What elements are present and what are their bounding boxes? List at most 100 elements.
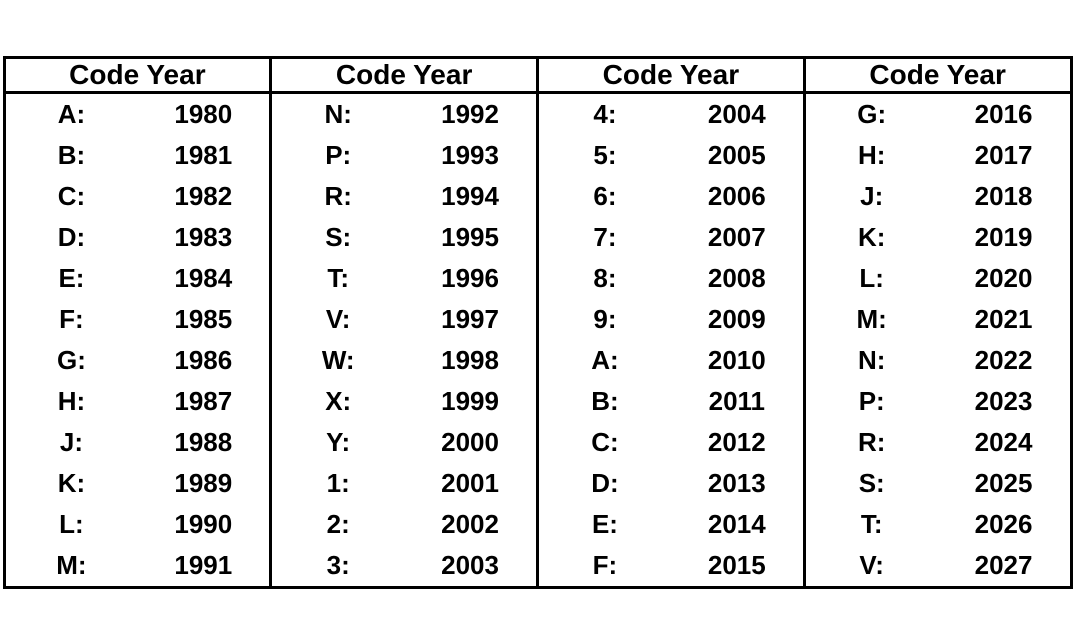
year-cell-3-10: 2026: [938, 504, 1070, 545]
table-row: K:1989: [6, 463, 270, 504]
year-cell-1-7: 1999: [404, 381, 536, 422]
table-row: W:1998: [272, 340, 536, 381]
table-row: N:2022: [806, 340, 1070, 381]
year-cell-3-1: 2017: [938, 135, 1070, 176]
year-cell-3-7: 2023: [938, 381, 1070, 422]
code-cell-2-1: 5:: [539, 135, 671, 176]
year-cell-2-3: 2007: [671, 217, 803, 258]
code-cell-1-5: V:: [272, 299, 404, 340]
year-cell-3-3: 2019: [938, 217, 1070, 258]
year-cell-0-0: 1980: [137, 94, 269, 135]
year-cell-0-8: 1988: [137, 422, 269, 463]
year-cell-0-3: 1983: [137, 217, 269, 258]
table-row: R:1994: [272, 176, 536, 217]
code-cell-0-10: L:: [6, 504, 138, 545]
table-row: H:2017: [806, 135, 1070, 176]
table-row: L:2020: [806, 258, 1070, 299]
code-cell-3-0: G:: [806, 94, 938, 135]
year-cell-2-6: 2010: [671, 340, 803, 381]
year-cell-0-4: 1984: [137, 258, 269, 299]
code-cell-0-4: E:: [6, 258, 138, 299]
code-cell-1-6: W:: [272, 340, 404, 381]
table-row: K:2019: [806, 217, 1070, 258]
table-row: G:2016: [806, 94, 1070, 135]
table-row: J:1988: [6, 422, 270, 463]
table-row: M:1991: [6, 545, 270, 586]
year-cell-1-5: 1997: [404, 299, 536, 340]
table-row: V:2027: [806, 545, 1070, 586]
table-row: A:2010: [539, 340, 803, 381]
year-cell-2-10: 2014: [671, 504, 803, 545]
table-row: 6:2006: [539, 176, 803, 217]
inner-table-2: 4:20045:20056:20067:20078:20089:2009A:20…: [539, 94, 803, 586]
table-row: B:1981: [6, 135, 270, 176]
table-row: E:1984: [6, 258, 270, 299]
table-row: J:2018: [806, 176, 1070, 217]
code-cell-0-0: A:: [6, 94, 138, 135]
code-cell-2-4: 8:: [539, 258, 671, 299]
code-cell-0-3: D:: [6, 217, 138, 258]
table-row: E:2014: [539, 504, 803, 545]
table-row: 1:2001: [272, 463, 536, 504]
year-cell-2-2: 2006: [671, 176, 803, 217]
table-row: G:1986: [6, 340, 270, 381]
table-row: H:1987: [6, 381, 270, 422]
code-cell-0-8: J:: [6, 422, 138, 463]
table-row: Y:2000: [272, 422, 536, 463]
year-cell-3-6: 2022: [938, 340, 1070, 381]
table-row: D:1983: [6, 217, 270, 258]
table-row: T:2026: [806, 504, 1070, 545]
code-cell-2-7: B:: [539, 381, 671, 422]
table-row: N:1992: [272, 94, 536, 135]
code-cell-3-11: V:: [806, 545, 938, 586]
main-table: Code YearCode YearCode YearCode Year A:1…: [3, 56, 1073, 589]
code-cell-3-3: K:: [806, 217, 938, 258]
code-cell-3-1: H:: [806, 135, 938, 176]
code-cell-3-2: J:: [806, 176, 938, 217]
year-cell-2-5: 2009: [671, 299, 803, 340]
table-row: 8:2008: [539, 258, 803, 299]
table-row: A:1980: [6, 94, 270, 135]
code-cell-1-10: 2:: [272, 504, 404, 545]
code-cell-3-10: T:: [806, 504, 938, 545]
year-cell-3-0: 2016: [938, 94, 1070, 135]
code-cell-0-9: K:: [6, 463, 138, 504]
code-cell-2-10: E:: [539, 504, 671, 545]
code-cell-1-3: S:: [272, 217, 404, 258]
year-cell-3-5: 2021: [938, 299, 1070, 340]
code-cell-0-11: M:: [6, 545, 138, 586]
table-row: 2:2002: [272, 504, 536, 545]
code-cell-2-9: D:: [539, 463, 671, 504]
year-cell-3-2: 2018: [938, 176, 1070, 217]
code-cell-0-5: F:: [6, 299, 138, 340]
year-cell-1-9: 2001: [404, 463, 536, 504]
table-row: S:1995: [272, 217, 536, 258]
table-row: S:2025: [806, 463, 1070, 504]
column-data-0: A:1980B:1981C:1982D:1983E:1984F:1985G:19…: [4, 92, 271, 587]
inner-table-0: A:1980B:1981C:1982D:1983E:1984F:1985G:19…: [6, 94, 270, 586]
code-cell-1-4: T:: [272, 258, 404, 299]
year-cell-1-3: 1995: [404, 217, 536, 258]
code-cell-3-8: R:: [806, 422, 938, 463]
year-cell-2-9: 2013: [671, 463, 803, 504]
code-cell-2-2: 6:: [539, 176, 671, 217]
code-cell-2-3: 7:: [539, 217, 671, 258]
table-row: B:2011: [539, 381, 803, 422]
year-cell-0-7: 1987: [137, 381, 269, 422]
table-row: X:1999: [272, 381, 536, 422]
table-row: C:1982: [6, 176, 270, 217]
year-cell-3-9: 2025: [938, 463, 1070, 504]
code-cell-3-9: S:: [806, 463, 938, 504]
code-cell-1-9: 1:: [272, 463, 404, 504]
year-cell-0-6: 1986: [137, 340, 269, 381]
code-cell-2-0: 4:: [539, 94, 671, 135]
year-cell-1-8: 2000: [404, 422, 536, 463]
year-cell-1-0: 1992: [404, 94, 536, 135]
year-cell-0-5: 1985: [137, 299, 269, 340]
table-row: 3:2003: [272, 545, 536, 586]
inner-table-1: N:1992P:1993R:1994S:1995T:1996V:1997W:19…: [272, 94, 536, 586]
year-cell-3-8: 2024: [938, 422, 1070, 463]
year-cell-2-1: 2005: [671, 135, 803, 176]
code-cell-0-2: C:: [6, 176, 138, 217]
code-cell-1-1: P:: [272, 135, 404, 176]
